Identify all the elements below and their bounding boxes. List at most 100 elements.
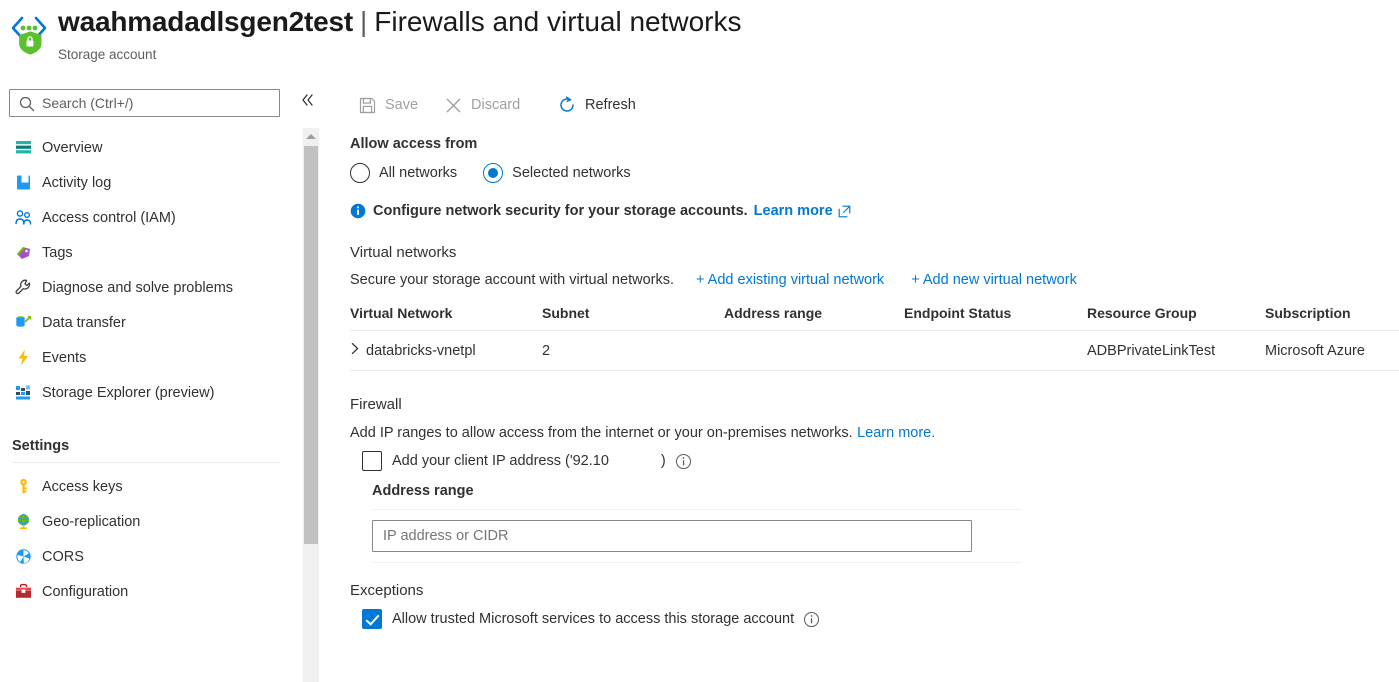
- radio-selected-networks[interactable]: [483, 163, 504, 183]
- page-section-name: Firewalls and virtual networks: [374, 6, 742, 37]
- overview-icon: [12, 137, 34, 159]
- sidebar-item-label: Geo-replication: [42, 513, 141, 530]
- firewall-description: Add IP ranges to allow access from the i…: [350, 424, 1399, 442]
- sidebar-item-tags[interactable]: Tags: [0, 235, 296, 270]
- radio-all-networks[interactable]: [350, 163, 370, 183]
- sidebar-item-label: Tags: [42, 244, 73, 261]
- chevron-double-left-icon[interactable]: [296, 92, 318, 114]
- virtual-networks-title: Virtual networks: [350, 244, 457, 261]
- cell-subnet: 2: [542, 330, 724, 371]
- virtual-networks-table: Virtual Network Subnet Address range End…: [350, 305, 1399, 371]
- trusted-services-info-icon[interactable]: [803, 611, 820, 628]
- access-control-icon: [12, 207, 34, 229]
- sidebar-item-label: Overview: [42, 139, 103, 156]
- main-content: Save Discard Refresh Allow access from A…: [332, 86, 1399, 682]
- sidebar-item-events[interactable]: Events: [0, 340, 296, 375]
- settings-body: Allow access from All networks Selected …: [350, 136, 1399, 629]
- trusted-services-checkbox[interactable]: [362, 609, 382, 629]
- sidebar-item-diagnose[interactable]: Diagnose and solve problems: [0, 270, 296, 305]
- sidebar-item-label: Activity log: [42, 174, 112, 191]
- data-transfer-icon: [12, 312, 34, 334]
- client-ip-row: Add your client IP address ('92.10 ): [362, 451, 1399, 471]
- discard-icon: [442, 94, 464, 116]
- sidebar-item-cors[interactable]: CORS: [0, 539, 296, 574]
- discard-button[interactable]: Discard: [436, 88, 526, 122]
- key-icon: [12, 476, 34, 498]
- search-box[interactable]: [9, 89, 280, 117]
- sidebar-scrollbar[interactable]: [303, 128, 319, 682]
- trusted-services-row: Allow trusted Microsoft services to acce…: [362, 609, 1399, 629]
- sidebar-item-label: Storage Explorer (preview): [42, 384, 215, 401]
- sidebar-item-label: Data transfer: [42, 314, 126, 331]
- scrollbar-up-button[interactable]: [303, 128, 319, 145]
- firewall-learn-more-link[interactable]: Learn more.: [857, 425, 935, 441]
- refresh-button[interactable]: Refresh: [550, 88, 642, 122]
- resource-name: waahmadadlsgen2test: [58, 6, 353, 37]
- client-ip-label-close-paren: ): [660, 453, 666, 469]
- cell-address-range: [724, 330, 904, 371]
- cell-virtual-network: databricks-vnetpl: [350, 330, 542, 371]
- client-ip-label: Add your client IP address ('92.10: [392, 453, 609, 469]
- client-ip-info-icon[interactable]: [675, 453, 692, 470]
- client-ip-checkbox[interactable]: [362, 451, 382, 471]
- radio-all-networks-label: All networks: [379, 165, 458, 181]
- sidebar-item-label: Diagnose and solve problems: [42, 279, 234, 296]
- cors-icon: [12, 546, 34, 568]
- title-separator: |: [359, 6, 368, 37]
- sidebar-item-activity-log[interactable]: Activity log: [0, 165, 296, 200]
- sidebar-item-geo-replication[interactable]: Geo-replication: [0, 504, 296, 539]
- table-row[interactable]: databricks-vnetpl 2 ADBPrivateLinkTest M…: [350, 330, 1399, 371]
- sidebar-item-overview[interactable]: Overview: [0, 130, 296, 165]
- sidebar-item-configuration[interactable]: Configuration: [0, 574, 296, 609]
- sidebar-group-title: Settings: [12, 438, 70, 454]
- address-range-input[interactable]: [372, 520, 972, 552]
- sidebar-item-label: CORS: [42, 548, 84, 565]
- sidebar-item-access-keys[interactable]: Access keys: [0, 469, 296, 504]
- sidebar-nav-list: Overview Activity log Access control (IA…: [0, 130, 296, 609]
- expand-chevron-right-icon[interactable]: [350, 342, 360, 358]
- storage-explorer-icon: [12, 382, 34, 404]
- save-label: Save: [385, 97, 419, 113]
- radio-selected-networks-label: Selected networks: [512, 165, 631, 181]
- virtual-networks-actions: Secure your storage account with virtual…: [350, 272, 1399, 288]
- cell-virtual-network-text: databricks-vnetpl: [366, 343, 476, 359]
- sidebar: Overview Activity log: [0, 86, 319, 682]
- sidebar-item-access-control[interactable]: Access control (IAM): [0, 200, 296, 235]
- page-root: waahmadadlsgen2test | Firewalls and virtua…: [0, 0, 1399, 682]
- save-icon: [356, 94, 378, 116]
- scrollbar-thumb[interactable]: [304, 146, 318, 544]
- add-existing-vnet-link[interactable]: + Add existing virtual network: [696, 272, 884, 288]
- save-button[interactable]: Save: [350, 88, 424, 122]
- sidebar-item-data-transfer[interactable]: Data transfer: [0, 305, 296, 340]
- trusted-services-label: Allow trusted Microsoft services to acce…: [392, 611, 795, 627]
- info-banner: Configure network security for your stor…: [350, 203, 1399, 219]
- firewall-title: Firewall: [350, 396, 402, 413]
- sidebar-item-label: Access control (IAM): [42, 209, 176, 226]
- search-input[interactable]: [40, 90, 276, 116]
- resource-type-label: Storage account: [58, 47, 157, 62]
- sidebar-item-label: Access keys: [42, 478, 123, 495]
- allow-access-radio-group: All networks Selected networks: [350, 160, 1399, 186]
- add-new-vnet-link[interactable]: + Add new virtual network: [911, 272, 1077, 288]
- sidebar-item-storage-explorer[interactable]: Storage Explorer (preview): [0, 375, 296, 410]
- refresh-label: Refresh: [585, 97, 636, 113]
- column-header-endpoint-status[interactable]: Endpoint Status: [904, 305, 1087, 331]
- column-header-resource-group[interactable]: Resource Group: [1087, 305, 1265, 331]
- column-header-virtual-network[interactable]: Virtual Network: [350, 305, 542, 331]
- exceptions-title: Exceptions: [350, 582, 424, 599]
- address-range-top-divider: [372, 509, 1022, 510]
- address-range-bottom-divider: [372, 562, 1022, 563]
- address-range-label: Address range: [372, 483, 474, 499]
- info-banner-learn-more-link[interactable]: Learn more: [754, 203, 833, 219]
- external-link-icon: [838, 205, 851, 218]
- column-header-subnet[interactable]: Subnet: [542, 305, 724, 331]
- cell-subscription: Microsoft Azure: [1265, 330, 1399, 371]
- column-header-address-range[interactable]: Address range: [724, 305, 904, 331]
- page-title: waahmadadlsgen2test | Firewalls and virtua…: [58, 6, 742, 38]
- sidebar-item-label: Events: [42, 349, 87, 366]
- activity-log-icon: [12, 172, 34, 194]
- chevron-up-icon: [306, 134, 316, 139]
- column-header-subscription[interactable]: Subscription: [1265, 305, 1399, 331]
- sidebar-divider: [12, 462, 280, 463]
